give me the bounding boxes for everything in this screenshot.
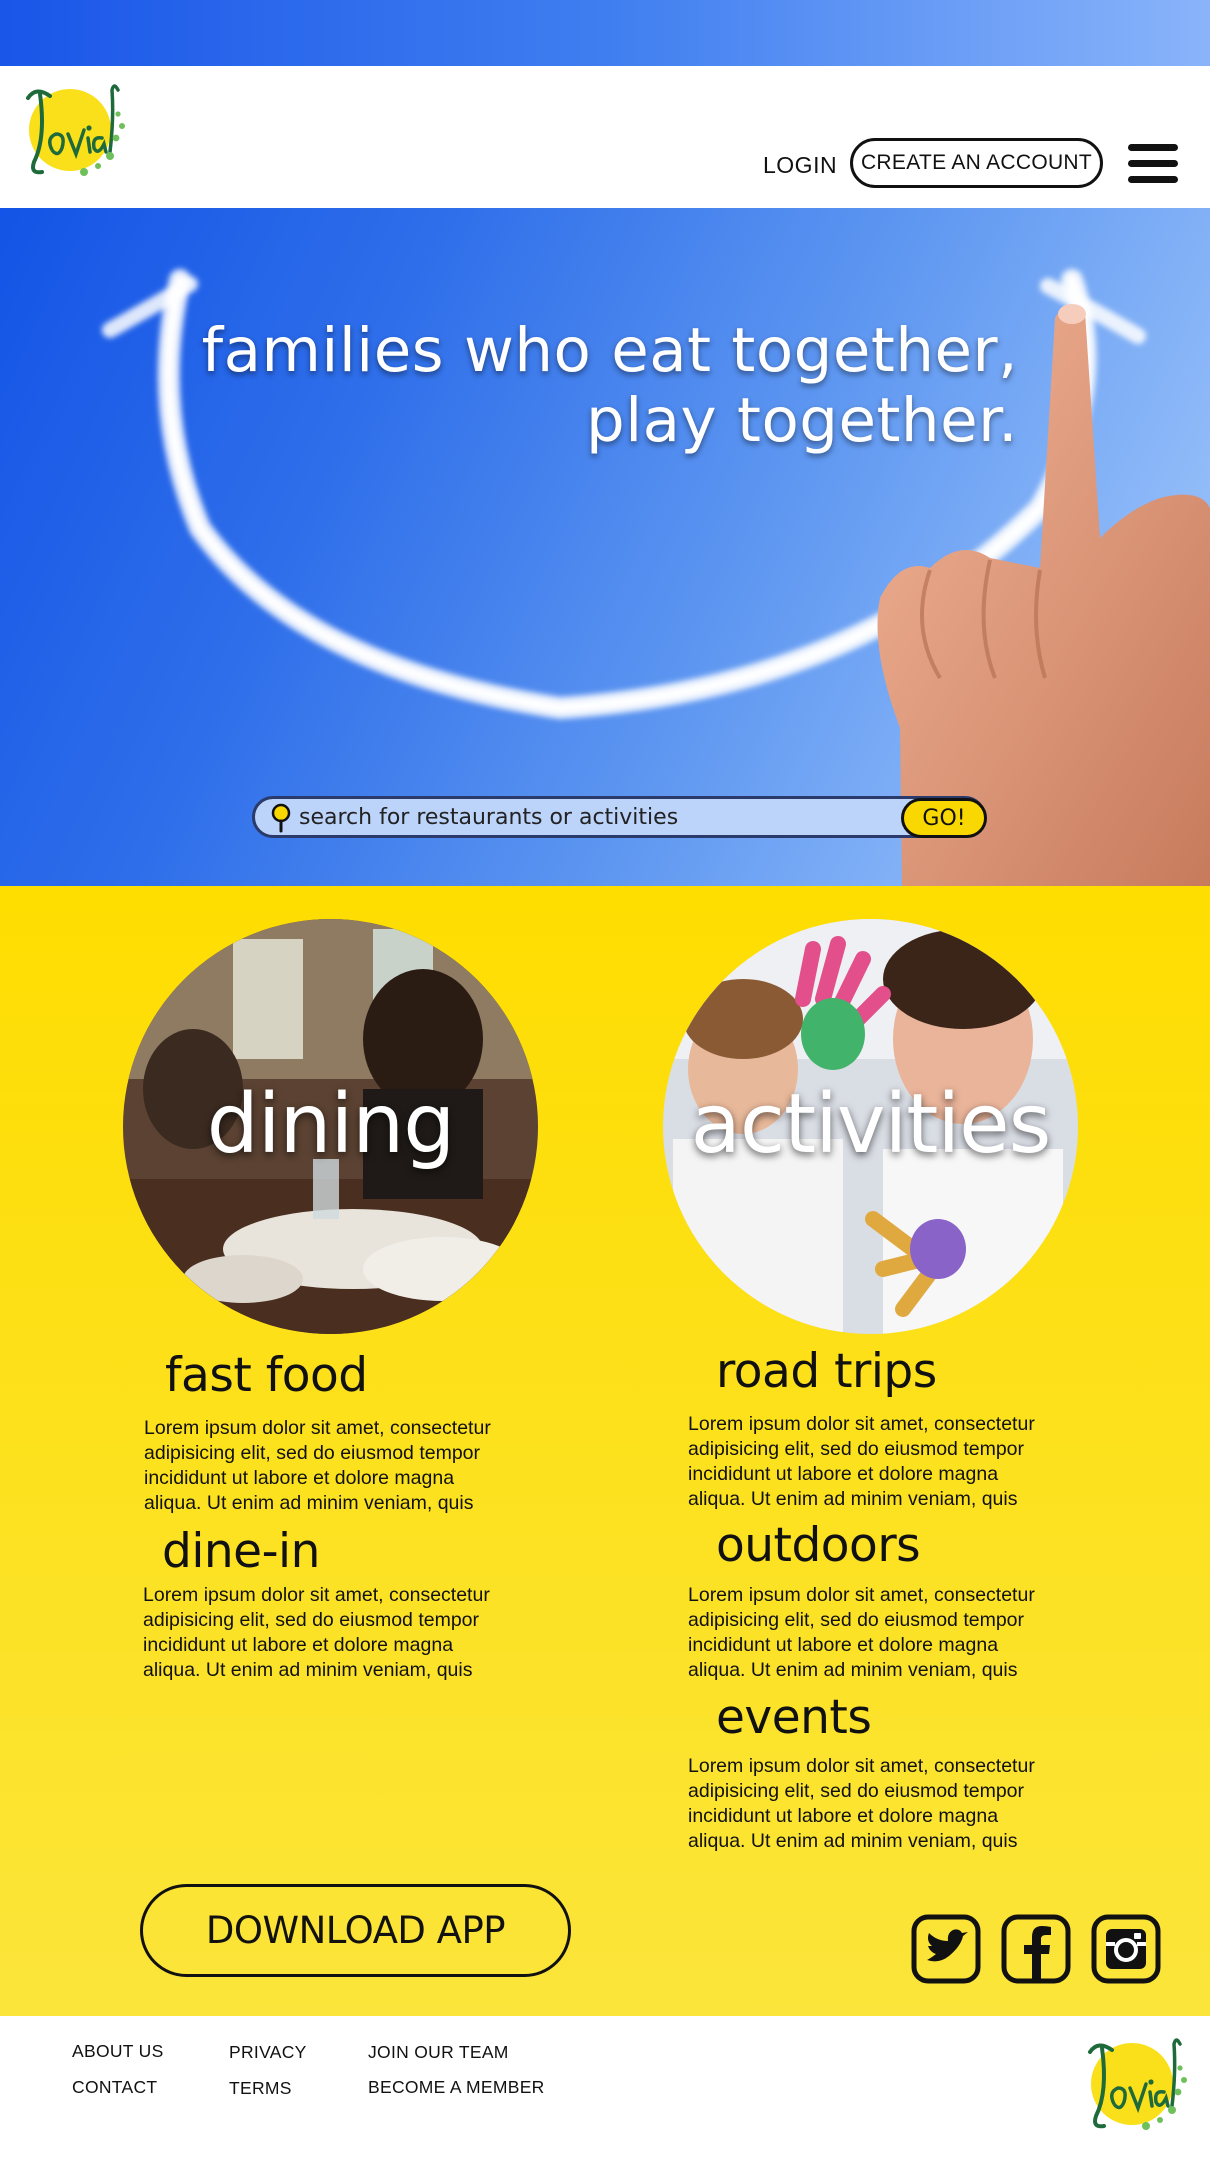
hero-tagline: families who eat together, play together… (202, 316, 1018, 456)
dine-in-description: Lorem ipsum dolor sit amet, consectetur … (143, 1584, 490, 1681)
hero-banner: families who eat together, play together… (0, 208, 1210, 886)
footer-terms-link[interactable]: TERMS (229, 2078, 292, 2099)
dining-label: dining (206, 1077, 456, 1172)
events-description: Lorem ipsum dolor sit amet, consectetur … (688, 1755, 1035, 1852)
footer-jovial-logo[interactable] (1080, 2032, 1192, 2144)
activities-label: activities (690, 1077, 1052, 1172)
twitter-icon (911, 1914, 981, 1984)
footer-about-us-link[interactable]: ABOUT US (72, 2041, 164, 2062)
road-trips-description: Lorem ipsum dolor sit amet, consectetur … (688, 1413, 1035, 1510)
facebook-link[interactable] (1001, 1914, 1071, 1984)
facebook-icon (1001, 1914, 1071, 1984)
tagline-line-1: families who eat together, (201, 315, 1018, 386)
activities-category-card[interactable]: activities (663, 919, 1078, 1334)
footer-privacy-link[interactable]: PRIVACY (229, 2042, 307, 2063)
twitter-link[interactable] (911, 1914, 981, 1984)
search-icon (271, 803, 291, 833)
footer-join-our-team-link[interactable]: JOIN OUR TEAM (368, 2042, 509, 2063)
dining-category-card[interactable]: dining (123, 919, 538, 1334)
sky-smile-illustration (102, 269, 1210, 886)
hamburger-menu-icon[interactable] (1128, 144, 1178, 184)
search-bar: GO! (252, 796, 987, 838)
outdoors-description: Lorem ipsum dolor sit amet, consectetur … (688, 1584, 1035, 1681)
download-app-button[interactable]: DOWNLOAD APP (140, 1884, 571, 1977)
jovial-logo[interactable] (18, 78, 130, 190)
tagline-line-2: play together. (585, 385, 1018, 456)
site-footer: ABOUT US CONTACT PRIVACY TERMS JOIN OUR … (0, 2016, 1210, 2177)
instagram-link[interactable] (1091, 1914, 1161, 1984)
login-link[interactable]: LOGIN (763, 152, 837, 179)
go-button[interactable]: GO! (901, 798, 987, 838)
top-gradient-bar (0, 0, 1210, 66)
site-header: LOGIN CREATE AN ACCOUNT (0, 66, 1210, 208)
events-heading[interactable]: events (716, 1690, 872, 1745)
road-trips-heading[interactable]: road trips (716, 1344, 937, 1399)
footer-become-a-member-link[interactable]: BECOME A MEMBER (368, 2077, 545, 2098)
search-input[interactable] (299, 799, 879, 835)
create-account-button[interactable]: CREATE AN ACCOUNT (850, 138, 1103, 188)
fast-food-description: Lorem ipsum dolor sit amet, consectetur … (144, 1417, 491, 1514)
instagram-icon (1091, 1914, 1161, 1984)
dine-in-heading[interactable]: dine-in (162, 1524, 320, 1579)
footer-contact-link[interactable]: CONTACT (72, 2077, 157, 2098)
fast-food-heading[interactable]: fast food (165, 1348, 368, 1403)
outdoors-heading[interactable]: outdoors (716, 1518, 921, 1573)
